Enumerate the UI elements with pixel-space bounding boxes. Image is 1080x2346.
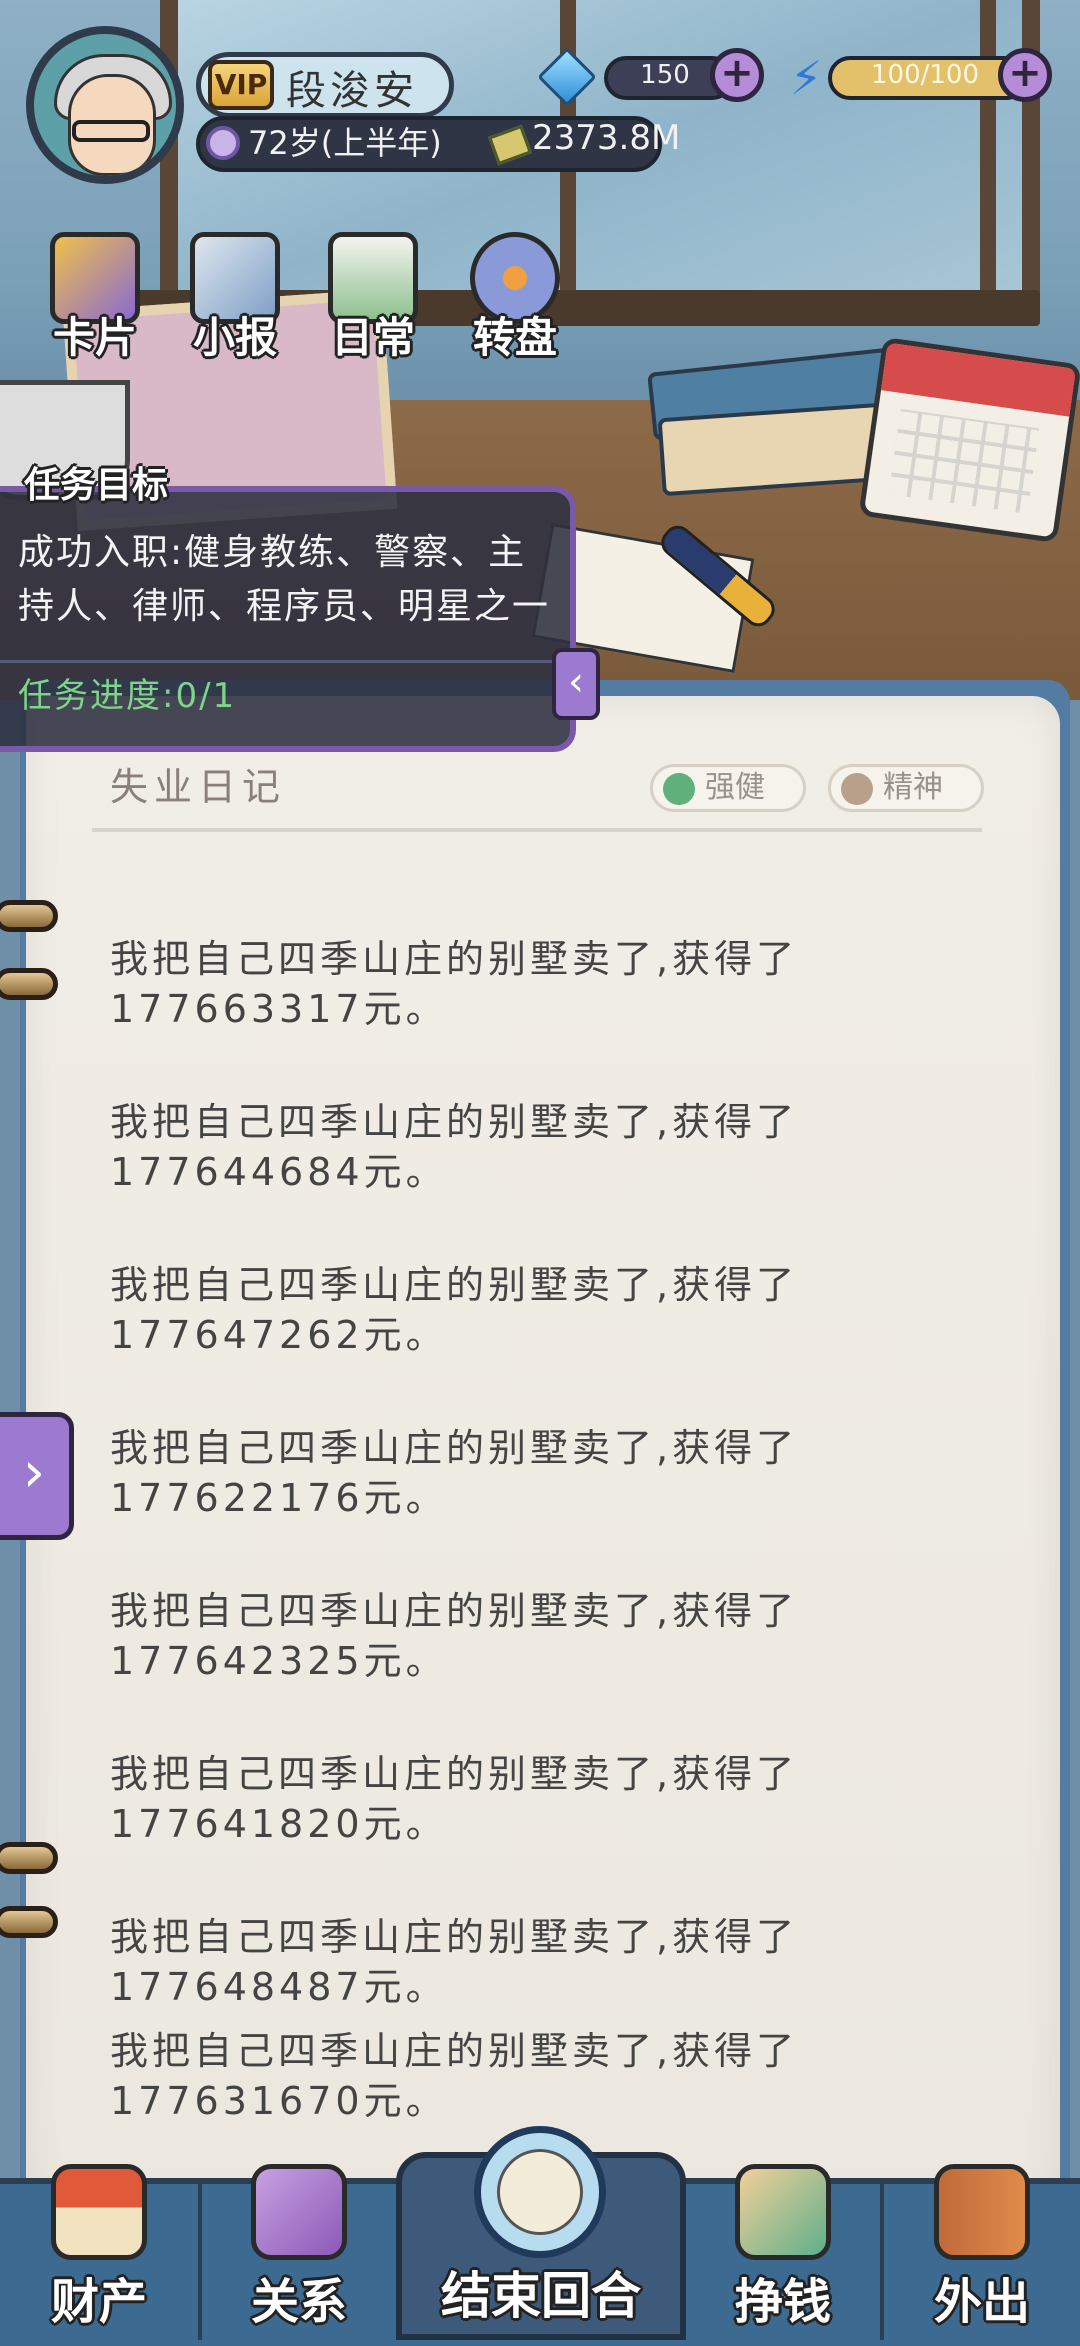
- alarm-clock-icon: [474, 2126, 606, 2258]
- go-out-nav-button[interactable]: 外出: [884, 2164, 1080, 2340]
- newspaper-button[interactable]: 小报: [170, 232, 300, 362]
- header-divider: [92, 828, 982, 832]
- expand-side-tab[interactable]: ›: [0, 1412, 74, 1540]
- strong-tag-label: 强健: [705, 770, 765, 805]
- daily-label: 日常: [330, 313, 415, 362]
- window-frame-bar: [980, 0, 996, 320]
- newspaper-label: 小报: [192, 313, 277, 362]
- relations-nav-button[interactable]: 关系: [202, 2164, 396, 2340]
- spirit-tag-label: 精神: [883, 770, 943, 805]
- calendar: [858, 336, 1080, 544]
- diary-entry: 我把自己四季山庄的别墅卖了,获得了177648487元。: [110, 1915, 799, 2009]
- diary-title: 失业日记: [110, 765, 287, 809]
- task-description: 成功入职:健身教练、警察、主持人、律师、程序员、明星之一: [18, 532, 551, 627]
- go-out-label: 外出: [933, 2274, 1030, 2330]
- wheel-label: 转盘: [472, 313, 557, 362]
- diary-entry: 我把自己四季山庄的别墅卖了,获得了177663317元。: [110, 937, 799, 1031]
- energy-bolt-icon: ⚡: [790, 51, 823, 105]
- avatar-glasses: [72, 120, 150, 142]
- strong-tag[interactable]: 强健: [650, 764, 806, 812]
- energy-count: 100/100: [870, 60, 979, 90]
- cards-label: 卡片: [52, 313, 137, 362]
- collapse-task-button[interactable]: ‹: [552, 648, 600, 720]
- task-divider: [0, 660, 560, 663]
- task-title: 任务目标: [24, 465, 169, 506]
- property-label: 财产: [50, 2274, 147, 2330]
- pulse-icon: [663, 773, 695, 805]
- gem-count: 150: [640, 60, 690, 90]
- calendar-grid: [888, 409, 1040, 514]
- binder-ring: [0, 968, 58, 1000]
- door-icon: [934, 2164, 1030, 2260]
- player-name: 段浚安: [286, 68, 418, 114]
- property-nav-button[interactable]: 财产: [0, 2164, 198, 2340]
- end-turn-label: 结束回合: [441, 2267, 641, 2325]
- diary-entry: 我把自己四季山庄的别墅卖了,获得了177642325元。: [110, 1589, 799, 1683]
- clock-icon: [206, 126, 240, 160]
- diary-entry: 我把自己四季山庄的别墅卖了,获得了177631670元。: [110, 2029, 799, 2123]
- vip-badge[interactable]: VIP: [208, 60, 274, 110]
- diary-entry: 我把自己四季山庄的别墅卖了,获得了177641820元。: [110, 1752, 799, 1846]
- diary-entry: 我把自己四季山庄的别墅卖了,获得了177644684元。: [110, 1100, 799, 1194]
- spirit-tag[interactable]: 精神: [828, 764, 984, 812]
- daily-button[interactable]: 日常: [308, 232, 438, 362]
- player-money: 2373.8M: [532, 118, 681, 158]
- wheel-button[interactable]: 转盘: [450, 232, 580, 362]
- add-gems-button[interactable]: +: [710, 48, 764, 102]
- house-icon: [51, 2164, 147, 2260]
- cards-button[interactable]: 卡片: [30, 232, 160, 362]
- player-age: 72岁(上半年): [248, 124, 442, 162]
- clock-face: [497, 2149, 583, 2235]
- heart-icon: [841, 773, 873, 805]
- money-fist-icon: [735, 2164, 831, 2260]
- binder-ring: [0, 900, 58, 932]
- relations-label: 关系: [250, 2274, 347, 2330]
- earn-money-nav-button[interactable]: 挣钱: [686, 2164, 880, 2340]
- diary-entry: 我把自己四季山庄的别墅卖了,获得了177647262元。: [110, 1263, 799, 1357]
- earn-label: 挣钱: [734, 2274, 831, 2330]
- calendar-header: [881, 342, 1076, 417]
- add-energy-button[interactable]: +: [998, 48, 1052, 102]
- binder-ring: [0, 1842, 58, 1874]
- diary-entry: 我把自己四季山庄的别墅卖了,获得了177622176元。: [110, 1426, 799, 1520]
- task-progress: 任务进度:0/1: [18, 676, 237, 716]
- address-book-icon: [251, 2164, 347, 2260]
- player-avatar[interactable]: [26, 26, 184, 184]
- binder-ring: [0, 1906, 58, 1938]
